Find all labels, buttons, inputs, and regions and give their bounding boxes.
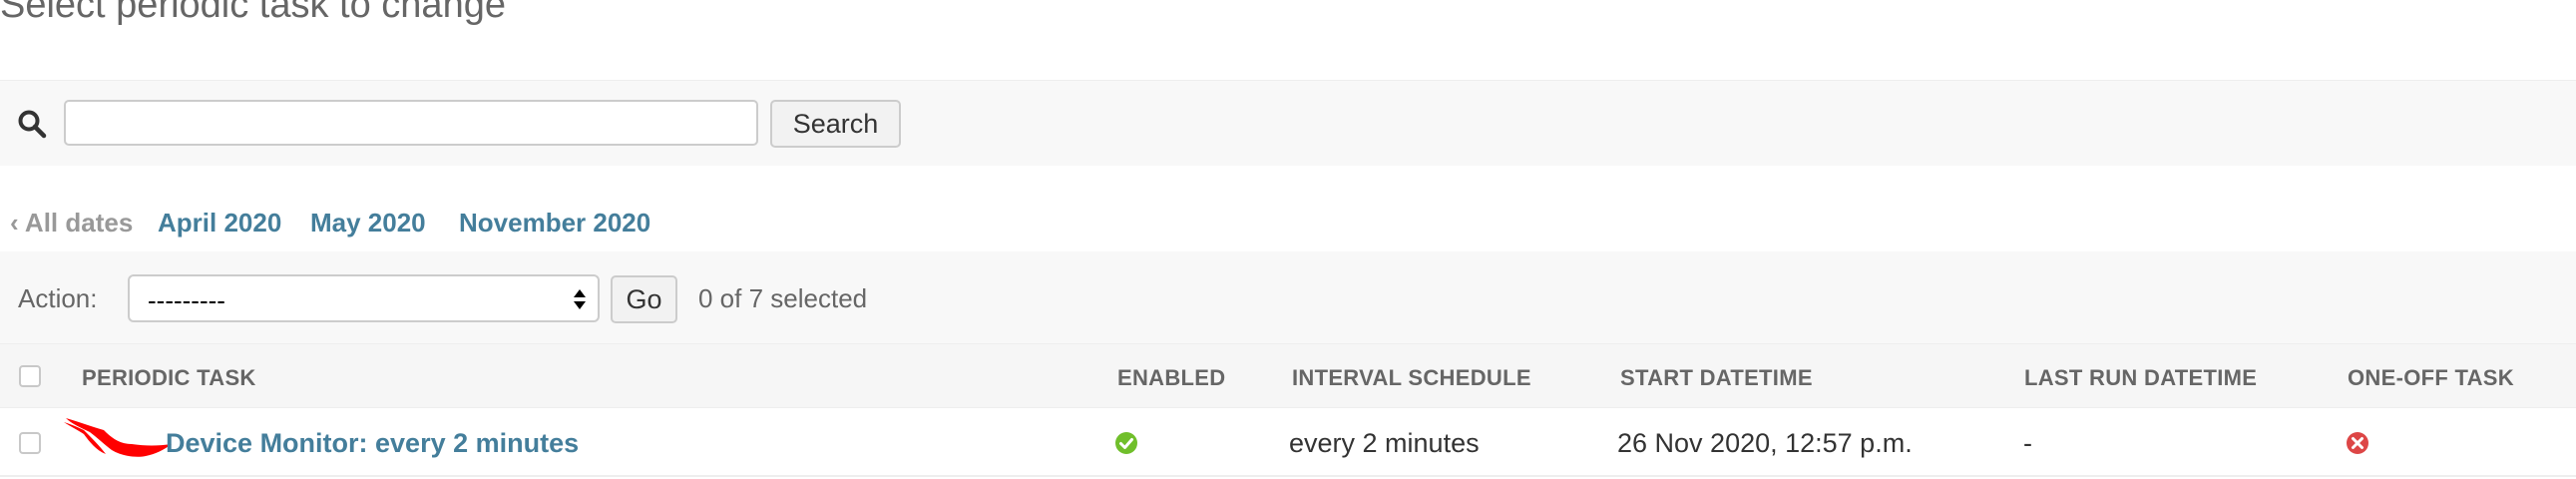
start-datetime-cell: 26 Nov 2020, 12:57 p.m. xyxy=(1617,428,1913,458)
action-select-value: --------- xyxy=(148,285,225,315)
enabled-yes-icon xyxy=(1115,432,1137,454)
column-header-interval-schedule[interactable]: INTERVAL SCHEDULE xyxy=(1292,365,1531,391)
search-button[interactable]: Search xyxy=(770,100,901,148)
column-header-enabled[interactable]: ENABLED xyxy=(1117,365,1225,391)
table-row: Device Monitor: every 2 minutes every 2 … xyxy=(0,408,2576,477)
search-input[interactable] xyxy=(64,100,758,146)
redaction-mark xyxy=(64,418,172,457)
column-header-periodic-task[interactable]: PERIODIC TASK xyxy=(82,365,256,391)
one-off-no-icon xyxy=(2347,432,2368,454)
select-arrows-icon xyxy=(574,289,586,309)
search-toolbar: Search xyxy=(0,80,2576,168)
date-hierarchy: ‹ All dates April 2020 May 2020 November… xyxy=(0,166,2576,253)
all-dates-link[interactable]: ‹ All dates xyxy=(10,208,133,239)
row-checkbox[interactable] xyxy=(19,432,41,454)
table-header: PERIODIC TASK ENABLED INTERVAL SCHEDULE … xyxy=(0,344,2576,408)
column-header-last-run-datetime[interactable]: LAST RUN DATETIME xyxy=(2024,365,2257,391)
page-title: Select periodic task to change xyxy=(0,0,506,26)
selected-count: 0 of 7 selected xyxy=(698,283,868,313)
select-all-checkbox[interactable] xyxy=(19,365,41,387)
column-header-start-datetime[interactable]: START DATETIME xyxy=(1620,365,1813,391)
column-header-one-off-task[interactable]: ONE-OFF TASK xyxy=(2348,365,2514,391)
action-select[interactable]: --------- xyxy=(128,274,600,322)
date-link-november-2020[interactable]: November 2020 xyxy=(459,208,650,239)
actions-bar: Action: --------- Go 0 of 7 selected xyxy=(0,251,2576,344)
search-icon xyxy=(18,110,47,139)
interval-schedule-cell: every 2 minutes xyxy=(1289,428,1480,458)
action-label: Action: xyxy=(18,283,98,313)
date-link-april-2020[interactable]: April 2020 xyxy=(158,208,281,239)
last-run-datetime-cell: - xyxy=(2023,428,2032,458)
periodic-task-link[interactable]: Device Monitor: every 2 minutes xyxy=(166,428,579,459)
date-link-may-2020[interactable]: May 2020 xyxy=(310,208,426,239)
go-button[interactable]: Go xyxy=(611,275,677,323)
